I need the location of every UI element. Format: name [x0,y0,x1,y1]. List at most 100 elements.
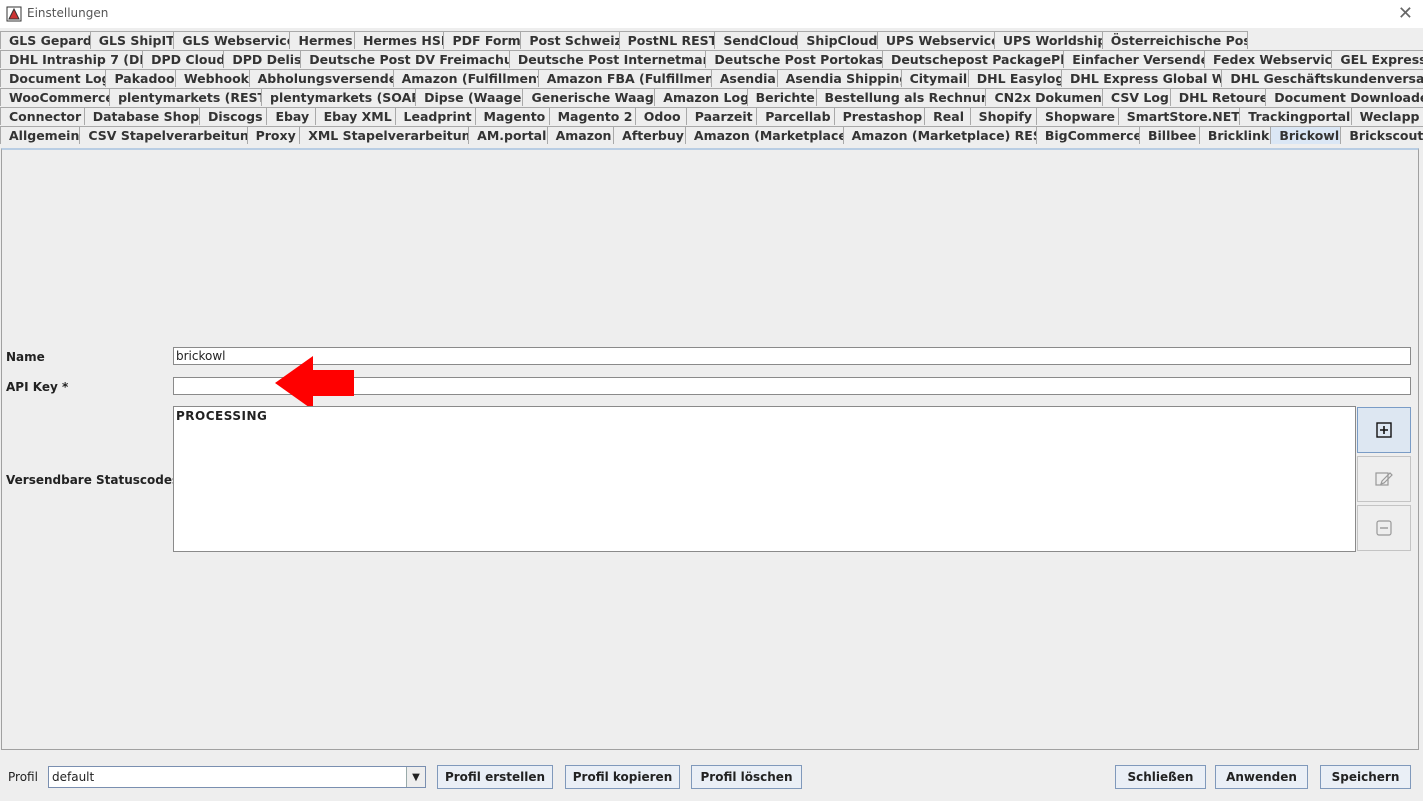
tab-document-downloader[interactable]: Document Downloader [1265,88,1423,106]
tab-leadprint[interactable]: Leadprint [394,107,476,125]
tab-abholungsversender[interactable]: Abholungsversender [248,69,394,87]
tab-xml-stapelverarbeitung[interactable]: XML Stapelverarbeitung [299,126,470,144]
tab-asendia[interactable]: Asendia [710,69,778,87]
tab-bigcommerce[interactable]: BigCommerce [1035,126,1140,144]
tab-dhl-gesch-ftskundenversand[interactable]: DHL Geschäftskundenversand [1221,69,1423,87]
api-key-input[interactable] [173,377,1411,395]
tab-afterbuy[interactable]: Afterbuy [613,126,686,144]
tab-dpd-delis[interactable]: DPD Delis [223,50,302,68]
profil-label: Profil [8,770,38,784]
tab-amazon-fulfillment[interactable]: Amazon (Fulfillment) [392,69,539,87]
tab-shopware[interactable]: Shopware [1035,107,1119,125]
tab-document-log[interactable]: Document Log [0,69,107,87]
tab-real[interactable]: Real [924,107,971,125]
edit-icon [1375,472,1393,486]
tab-csv-stapelverarbeitung[interactable]: CSV Stapelverarbeitung [79,126,248,144]
tab-dhl-easylog[interactable]: DHL Easylog [967,69,1063,87]
tab-bricklink[interactable]: Bricklink [1198,126,1272,144]
speichern-button[interactable]: Speichern [1320,765,1411,789]
add-status-button[interactable] [1357,407,1411,453]
tab-dhl-intraship-7-de[interactable]: DHL Intraship 7 (DE) [0,50,144,68]
name-input[interactable]: brickowl [173,347,1411,365]
tab-einfacher-versender[interactable]: Einfacher Versender [1063,50,1206,68]
tab-odoo[interactable]: Odoo [634,107,687,125]
tab-gls-gepard[interactable]: GLS Gepard [0,31,91,49]
schliessen-button[interactable]: Schließen [1115,765,1206,789]
tab-brickowl[interactable]: Brickowl [1270,126,1342,144]
window-title: Einstellungen [27,6,109,20]
tab-magento-2[interactable]: Magento 2 [548,107,636,125]
tab-csv-log[interactable]: CSV Log [1101,88,1171,106]
tab-amazon[interactable]: Amazon [546,126,615,144]
tab-generische-waage[interactable]: Generische Waage [522,88,656,106]
tab-ebay-xml[interactable]: Ebay XML [314,107,396,125]
tab-smartstore-net[interactable]: SmartStore.NET [1117,107,1241,125]
tab-ups-webservice[interactable]: UPS Webservice [876,31,995,49]
tab-hermes-hsi[interactable]: Hermes HSI [353,31,445,49]
tab-berichte[interactable]: Berichte [746,88,817,106]
tab-allgemein[interactable]: Allgemein [0,126,81,144]
tab-weclapp[interactable]: Weclapp [1350,107,1423,125]
profil-select[interactable]: default ▼ [48,766,426,788]
tab-asendia-shipping[interactable]: Asendia Shipping [776,69,902,87]
tab-sterreichische-post[interactable]: Österreichische Post [1101,31,1248,49]
tab-dhl-retoure[interactable]: DHL Retoure [1169,88,1267,106]
profil-select-value: default [52,770,95,784]
anwenden-button[interactable]: Anwenden [1215,765,1308,789]
tab-ups-worldship[interactable]: UPS Worldship [993,31,1103,49]
tab-deutschepost-packageplus[interactable]: Deutschepost PackagePlus [881,50,1065,68]
status-code-item[interactable]: PROCESSING [176,409,1353,423]
remove-status-button[interactable] [1357,505,1411,551]
tab-webhook[interactable]: Webhook [174,69,250,87]
tab-bestellung-als-rechnung[interactable]: Bestellung als Rechnung [815,88,987,106]
tab-magento[interactable]: Magento [474,107,550,125]
tab-post-schweiz[interactable]: Post Schweiz [520,31,620,49]
tab-dipse-waage[interactable]: Dipse (Waage) [415,88,524,106]
tab-shipcloud[interactable]: ShipCloud [797,31,878,49]
tab-amazon-log[interactable]: Amazon Log [654,88,748,106]
tab-dhl-express-global-ws[interactable]: DHL Express Global WS [1061,69,1223,87]
tab-dpd-cloud[interactable]: DPD Cloud [142,50,225,68]
tab-prestashop[interactable]: Prestashop [833,107,926,125]
tab-amazon-marketplace-rest[interactable]: Amazon (Marketplace) REST [842,126,1037,144]
tab-discogs[interactable]: Discogs [199,107,268,125]
tab-proxy[interactable]: Proxy [246,126,301,144]
tab-fedex-webservice[interactable]: Fedex Webservice [1204,50,1333,68]
tab-am-portal[interactable]: AM.portal [468,126,548,144]
tab-sendcloud[interactable]: SendCloud [714,31,799,49]
tab-pdf-form[interactable]: PDF Form [443,31,522,49]
tab-paarzeit[interactable]: Paarzeit [685,107,758,125]
tab-gel-express[interactable]: GEL Express [1331,50,1423,68]
tab-plentymarkets-rest[interactable]: plentymarkets (REST) [109,88,262,106]
tab-citymail[interactable]: Citymail [900,69,969,87]
tab-billbee[interactable]: Billbee [1138,126,1200,144]
tab-plentymarkets-soap[interactable]: plentymarkets (SOAP) [261,88,417,106]
status-codes-list[interactable]: PROCESSING [173,406,1356,552]
chevron-down-icon[interactable]: ▼ [406,767,425,787]
tab-amazon-marketplace[interactable]: Amazon (Marketplace) [684,126,844,144]
tab-ebay[interactable]: Ebay [266,107,316,125]
tab-connector[interactable]: Connector [0,107,85,125]
tab-amazon-fba-fulfillment[interactable]: Amazon FBA (Fulfillment) [537,69,712,87]
minus-square-icon [1376,520,1392,536]
tab-postnl-rest[interactable]: PostNL REST [618,31,716,49]
profil-erstellen-button[interactable]: Profil erstellen [437,765,553,789]
tab-deutsche-post-portokasse[interactable]: Deutsche Post Portokasse [705,50,883,68]
tab-gls-shipit[interactable]: GLS ShipIT [89,31,175,49]
tab-database-shop[interactable]: Database Shop [83,107,201,125]
tab-deutsche-post-dv-freimachung[interactable]: Deutsche Post DV Freimachung [300,50,510,68]
tab-parcellab[interactable]: Parcellab [756,107,835,125]
tab-gls-webservice[interactable]: GLS Webservice [173,31,291,49]
tab-pakadoo[interactable]: Pakadoo [105,69,176,87]
tab-trackingportal[interactable]: Trackingportal [1239,107,1352,125]
profil-kopieren-button[interactable]: Profil kopieren [565,765,680,789]
tab-cn2x-dokument[interactable]: CN2x Dokument [985,88,1103,106]
tab-deutsche-post-internetmarke[interactable]: Deutsche Post Internetmarke [508,50,707,68]
tab-woocommerce[interactable]: WooCommerce [0,88,111,106]
tab-brickscout[interactable]: Brickscout [1340,126,1423,144]
close-icon[interactable]: ✕ [1398,3,1413,24]
tab-hermes[interactable]: Hermes [289,31,355,49]
profil-loeschen-button[interactable]: Profil löschen [691,765,802,789]
tab-shopify[interactable]: Shopify [969,107,1037,125]
edit-status-button[interactable] [1357,456,1411,502]
